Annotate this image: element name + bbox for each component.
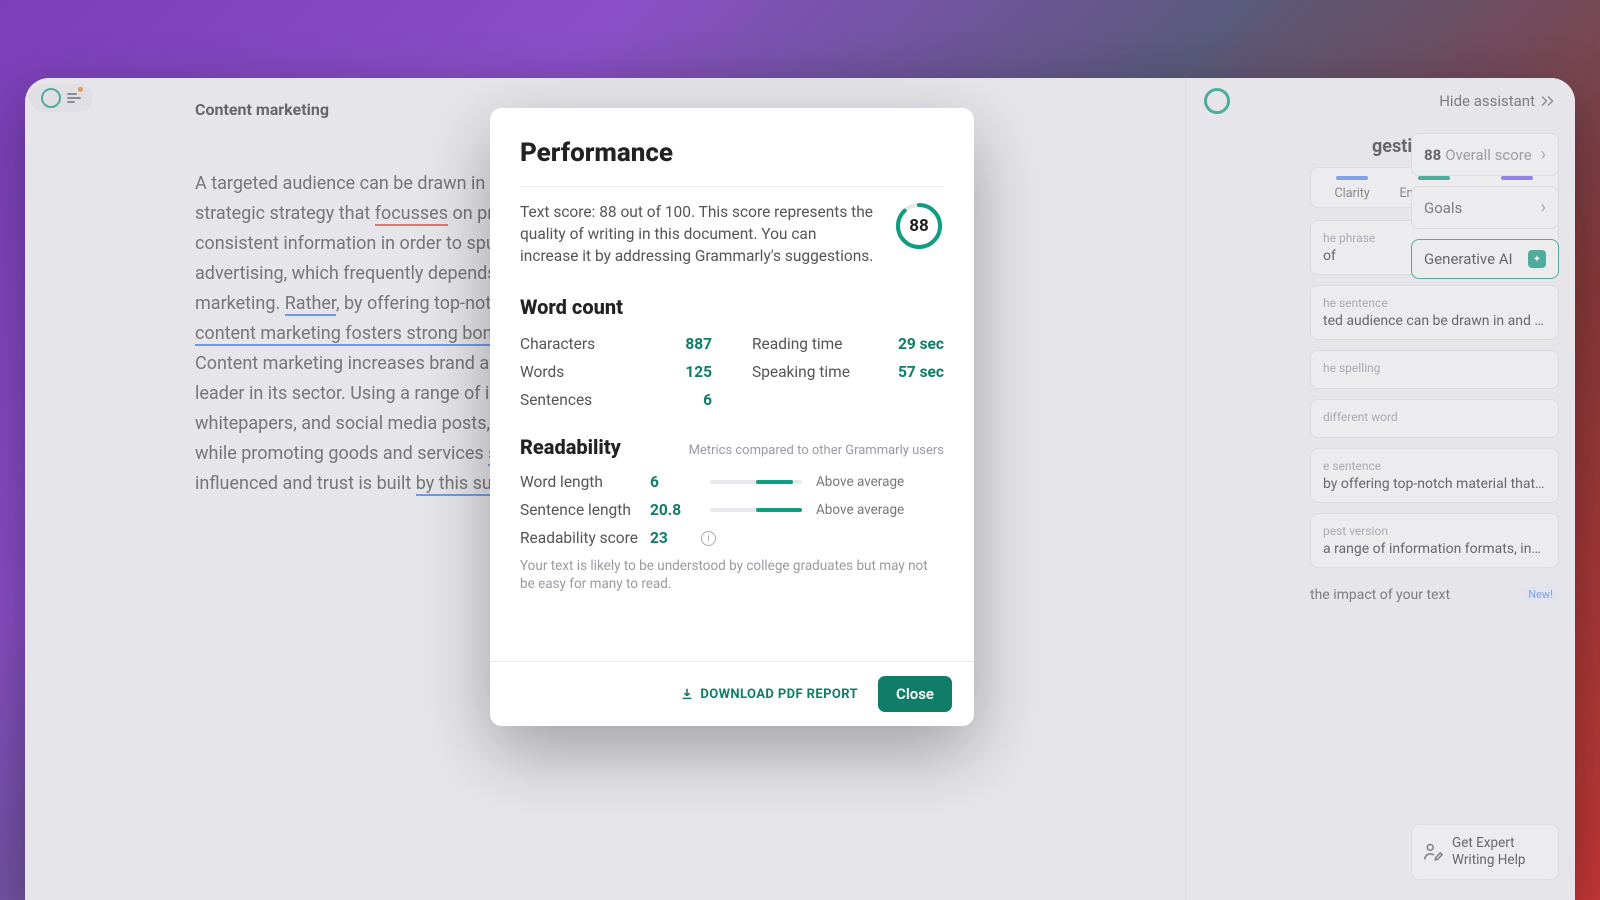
info-icon[interactable]: i [701,531,716,546]
close-button[interactable]: Close [878,676,952,712]
sentences-value: 6 [703,391,712,409]
word-length-row: Word length 6 Above average [520,473,944,491]
download-icon [680,687,694,701]
readability-note: Your text is likely to be understood by … [520,557,944,593]
words-value: 125 [685,363,712,381]
modal-footer: DOWNLOAD PDF REPORT Close [490,661,974,726]
performance-description: Text score: 88 out of 100. This score re… [520,201,874,267]
characters-value: 887 [685,335,712,353]
performance-modal: Performance Text score: 88 out of 100. T… [490,108,974,726]
readability-score-row: Readability score 23 i [520,529,944,547]
word-count-heading: Word count [520,295,944,319]
sentence-length-row: Sentence length 20.8 Above average [520,501,944,519]
word-count-stats: Characters887 Reading time29 sec Words12… [520,335,944,409]
readability-heading: Readability [520,435,621,459]
readability-subtitle: Metrics compared to other Grammarly user… [689,443,944,458]
modal-title: Performance [520,138,944,168]
reading-time-value: 29 sec [898,335,944,353]
score-ring: 88 [894,201,944,251]
download-pdf-button[interactable]: DOWNLOAD PDF REPORT [680,687,858,702]
speaking-time-value: 57 sec [898,363,944,381]
divider [520,186,944,187]
